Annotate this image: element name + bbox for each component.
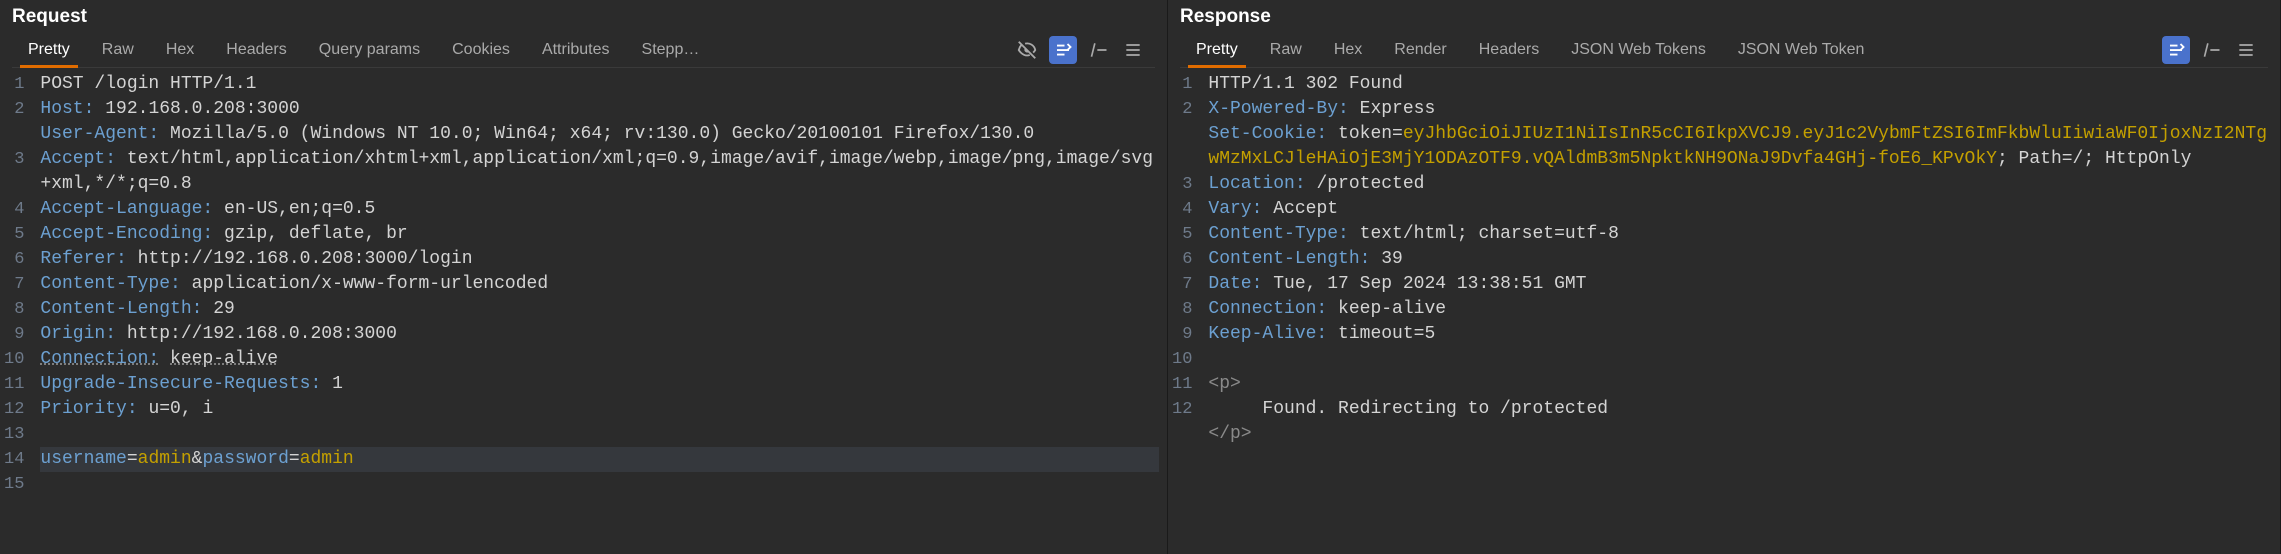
- request-title: Request: [12, 6, 1155, 32]
- tab-headers[interactable]: Headers: [210, 33, 302, 67]
- code-line[interactable]: Connection: keep-alive: [1208, 297, 2272, 322]
- tab-json-web-token[interactable]: JSON Web Token: [1722, 33, 1881, 67]
- tab-json-web-tokens[interactable]: JSON Web Tokens: [1555, 33, 1722, 67]
- tab-headers[interactable]: Headers: [1463, 33, 1555, 67]
- code-line[interactable]: X-Powered-By: Express: [1208, 97, 2272, 122]
- tab-pretty[interactable]: Pretty: [1180, 33, 1254, 67]
- response-gutter: 12 3456789101112: [1168, 68, 1200, 554]
- tab-stepp-[interactable]: Stepp…: [626, 33, 716, 67]
- request-editor[interactable]: 12 3 456789101112131415 POST /login HTTP…: [0, 68, 1167, 554]
- code-line[interactable]: Content-Type: text/html; charset=utf-8: [1208, 222, 2272, 247]
- code-line[interactable]: Accept: text/html,application/xhtml+xml,…: [40, 147, 1159, 197]
- response-toolbar: [2162, 36, 2268, 64]
- code-line[interactable]: Content-Length: 29: [40, 297, 1159, 322]
- code-line[interactable]: HTTP/1.1 302 Found: [1208, 72, 2272, 97]
- code-line[interactable]: Vary: Accept: [1208, 197, 2272, 222]
- code-line[interactable]: Referer: http://192.168.0.208:3000/login: [40, 247, 1159, 272]
- newline-icon[interactable]: [2200, 38, 2224, 62]
- code-line[interactable]: User-Agent: Mozilla/5.0 (Windows NT 10.0…: [40, 122, 1159, 147]
- tab-hex[interactable]: Hex: [150, 33, 210, 67]
- code-line[interactable]: Upgrade-Insecure-Requests: 1: [40, 372, 1159, 397]
- tab-attributes[interactable]: Attributes: [526, 33, 626, 67]
- eye-off-icon[interactable]: [1015, 38, 1039, 62]
- tab-raw[interactable]: Raw: [1254, 33, 1318, 67]
- code-line[interactable]: Location: /protected: [1208, 172, 2272, 197]
- code-line[interactable]: POST /login HTTP/1.1: [40, 72, 1159, 97]
- code-line[interactable]: Keep-Alive: timeout=5: [1208, 322, 2272, 347]
- code-line[interactable]: <p>: [1208, 372, 2272, 397]
- request-tabs: PrettyRawHexHeadersQuery paramsCookiesAt…: [12, 33, 1015, 67]
- request-tab-row: PrettyRawHexHeadersQuery paramsCookiesAt…: [12, 32, 1155, 68]
- response-tab-row: PrettyRawHexRenderHeadersJSON Web Tokens…: [1180, 32, 2268, 68]
- code-line[interactable]: username=admin&password=admin: [40, 447, 1159, 472]
- menu-icon[interactable]: [2234, 38, 2258, 62]
- code-line[interactable]: Found. Redirecting to /protected: [1208, 397, 2272, 422]
- request-toolbar: [1015, 36, 1155, 64]
- code-line[interactable]: Content-Type: application/x-www-form-url…: [40, 272, 1159, 297]
- code-line[interactable]: [40, 422, 1159, 447]
- code-line[interactable]: Origin: http://192.168.0.208:3000: [40, 322, 1159, 347]
- code-line[interactable]: Accept-Language: en-US,en;q=0.5: [40, 197, 1159, 222]
- code-line[interactable]: Accept-Encoding: gzip, deflate, br: [40, 222, 1159, 247]
- tab-pretty[interactable]: Pretty: [12, 33, 86, 67]
- tab-cookies[interactable]: Cookies: [436, 33, 526, 67]
- response-header: Response PrettyRawHexRenderHeadersJSON W…: [1168, 0, 2280, 68]
- request-panel: Request PrettyRawHexHeadersQuery paramsC…: [0, 0, 1168, 554]
- menu-icon[interactable]: [1121, 38, 1145, 62]
- code-line[interactable]: [1208, 347, 2272, 372]
- code-line[interactable]: Priority: u=0, i: [40, 397, 1159, 422]
- code-line[interactable]: </p>: [1208, 422, 2272, 447]
- render-icon[interactable]: [1049, 36, 1077, 64]
- request-code[interactable]: POST /login HTTP/1.1Host: 192.168.0.208:…: [32, 68, 1167, 554]
- code-line[interactable]: Host: 192.168.0.208:3000: [40, 97, 1159, 122]
- code-line[interactable]: Connection: keep-alive: [40, 347, 1159, 372]
- render-icon[interactable]: [2162, 36, 2190, 64]
- tab-query-params[interactable]: Query params: [303, 33, 436, 67]
- response-tabs: PrettyRawHexRenderHeadersJSON Web Tokens…: [1180, 33, 2162, 67]
- response-title: Response: [1180, 6, 2268, 32]
- code-line[interactable]: Content-Length: 39: [1208, 247, 2272, 272]
- request-header: Request PrettyRawHexHeadersQuery paramsC…: [0, 0, 1167, 68]
- newline-icon[interactable]: [1087, 38, 1111, 62]
- code-line[interactable]: Date: Tue, 17 Sep 2024 13:38:51 GMT: [1208, 272, 2272, 297]
- tab-raw[interactable]: Raw: [86, 33, 150, 67]
- tab-hex[interactable]: Hex: [1318, 33, 1378, 67]
- response-code[interactable]: HTTP/1.1 302 FoundX-Powered-By: ExpressS…: [1200, 68, 2280, 554]
- response-editor[interactable]: 12 3456789101112 HTTP/1.1 302 FoundX-Pow…: [1168, 68, 2280, 554]
- tab-render[interactable]: Render: [1378, 33, 1462, 67]
- code-line[interactable]: Set-Cookie: token=eyJhbGciOiJIUzI1NiIsIn…: [1208, 122, 2272, 172]
- response-panel: Response PrettyRawHexRenderHeadersJSON W…: [1168, 0, 2281, 554]
- request-gutter: 12 3 456789101112131415: [0, 68, 32, 554]
